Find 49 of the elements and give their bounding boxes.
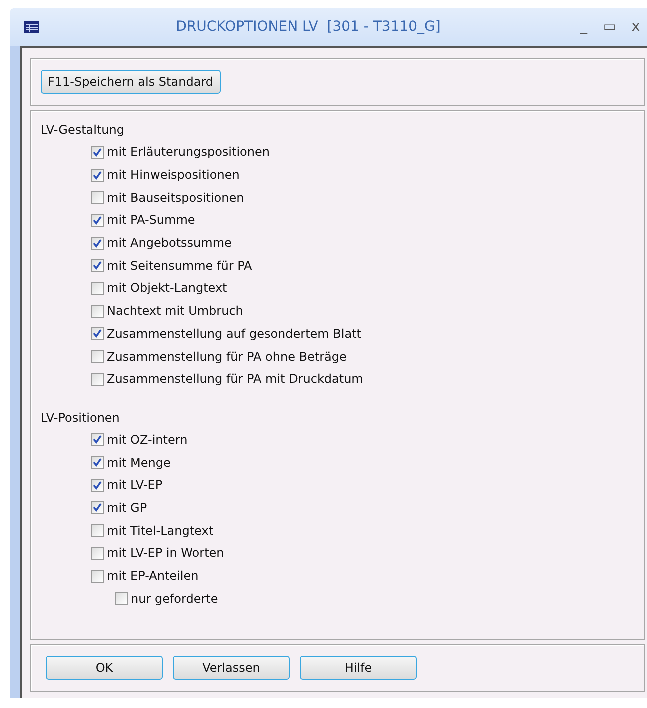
checkbox[interactable] [91, 168, 104, 182]
checkbox-label: Zusammenstellung für PA ohne Beträge [107, 350, 347, 364]
checkbox-label: mit EP-Anteilen [107, 569, 199, 584]
checkbox[interactable] [91, 236, 104, 250]
checkbox[interactable] [91, 282, 104, 295]
dialog-button[interactable]: Hilfe [300, 656, 417, 680]
checkbox[interactable] [91, 146, 104, 159]
group-label: LV-Gestaltung [41, 123, 126, 139]
checkbox-label: mit Bauseitspositionen [107, 190, 244, 205]
checkbox-label: mit Erläuterungspositionen [107, 145, 270, 160]
group-label: LV-Positionen [41, 410, 121, 427]
table-icon [24, 20, 40, 34]
checkbox-label: mit PA-Summe [107, 213, 196, 228]
minimize-button[interactable]: _ [577, 19, 591, 35]
checkbox[interactable] [91, 478, 104, 492]
checkbox-label: mit OZ-intern [107, 432, 188, 447]
checkbox-label: mit Menge [107, 456, 171, 470]
checkbox[interactable] [91, 546, 104, 560]
checkbox[interactable] [91, 372, 104, 386]
checkbox-label: mit Angebotssumme [107, 236, 232, 250]
checkbox[interactable] [91, 259, 104, 272]
checkbox-label: mit Seitensumme für PA [107, 258, 252, 273]
checkbox-label: mit LV-EP in Worten [107, 546, 224, 560]
dialog-button[interactable]: OK [46, 656, 163, 680]
checkbox-label: Zusammenstellung auf gesondertem Blatt [107, 326, 362, 341]
checkbox-label: Nachtext mit Umbruch [107, 304, 244, 318]
save-default-button[interactable]: F11-Speichern als Standard [41, 70, 221, 94]
checkbox-label: mit Objekt-Langtext [107, 281, 228, 296]
checkbox[interactable] [91, 304, 104, 318]
checkbox[interactable] [91, 501, 104, 514]
dialog-button[interactable]: Verlassen [173, 656, 290, 680]
checkbox[interactable] [91, 570, 104, 583]
checkbox-label: mit Hinweispositionen [107, 168, 240, 182]
checkbox-label: mit Titel-Langtext [107, 524, 214, 538]
checkbox-label: Zusammenstellung für PA mit Druckdatum [107, 372, 364, 386]
checkbox[interactable] [91, 456, 104, 470]
checkbox[interactable] [91, 350, 104, 364]
close-button[interactable]: x [629, 19, 643, 35]
checkbox[interactable] [91, 214, 104, 227]
checkbox-label: mit LV-EP [107, 478, 163, 492]
checkbox[interactable] [91, 327, 104, 340]
checkbox[interactable] [91, 524, 104, 538]
checkbox[interactable] [91, 433, 104, 446]
checkbox[interactable] [115, 592, 128, 606]
checkbox-label: nur geforderte [131, 592, 218, 606]
window-title: DRUCKOPTIONEN LV [301 - T3110_G] [175, 19, 442, 35]
checkbox[interactable] [91, 191, 104, 204]
checkbox-label: mit GP [107, 500, 148, 515]
maximize-button[interactable]: ▭ [603, 19, 617, 35]
